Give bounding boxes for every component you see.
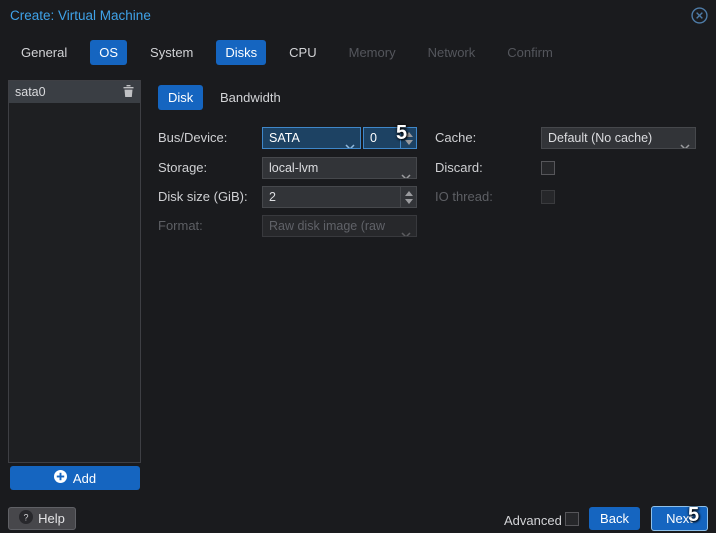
tab-network: Network xyxy=(427,45,476,60)
advanced-checkbox[interactable] xyxy=(565,512,579,526)
chevron-down-icon xyxy=(680,136,690,148)
dialog-title: Create: Virtual Machine xyxy=(10,8,151,23)
discard-checkbox[interactable] xyxy=(541,161,555,175)
tab-cpu[interactable]: CPU xyxy=(280,40,325,65)
tab-confirm: Confirm xyxy=(507,45,553,60)
spinner-arrows[interactable] xyxy=(400,128,416,148)
spinner-down-icon[interactable] xyxy=(404,198,413,204)
advanced-label: Advanced xyxy=(504,513,562,528)
tab-disks[interactable]: Disks xyxy=(216,40,267,65)
subtab-bandwidth[interactable]: Bandwidth xyxy=(210,85,291,110)
add-button-label: Add xyxy=(72,470,97,486)
storage-value: local-lvm xyxy=(269,161,319,175)
cache-combo[interactable]: Default (No cache) xyxy=(541,127,696,149)
format-label: Format: xyxy=(158,218,203,233)
tab-general[interactable]: General xyxy=(12,40,76,65)
cache-value: Default (No cache) xyxy=(548,131,653,145)
chevron-down-icon xyxy=(401,224,411,236)
disk-list-item-sata0[interactable]: sata0 xyxy=(9,81,140,103)
wizard-tabbar: General OS System Disks CPU Memory Netwo… xyxy=(12,40,562,65)
cache-label: Cache: xyxy=(435,130,477,145)
plus-circle-icon xyxy=(53,470,67,486)
subtab-disk[interactable]: Disk xyxy=(158,85,204,110)
trash-icon[interactable] xyxy=(123,84,134,100)
spinner-up-icon[interactable] xyxy=(404,131,413,137)
format-value: Raw disk image (raw xyxy=(269,219,386,233)
spinner-down-icon[interactable] xyxy=(404,139,413,145)
spinner-arrows[interactable] xyxy=(400,187,416,207)
svg-text:?: ? xyxy=(24,513,29,523)
storage-label: Storage: xyxy=(158,160,208,175)
io-thread-checkbox xyxy=(541,190,555,204)
storage-combo[interactable]: local-lvm xyxy=(262,157,417,179)
chevron-down-icon xyxy=(345,136,355,148)
tab-system[interactable]: System xyxy=(141,40,202,65)
back-button[interactable]: Back xyxy=(589,507,640,530)
close-icon[interactable] xyxy=(691,7,708,29)
disk-list-panel: sata0 xyxy=(8,80,141,463)
add-disk-button[interactable]: Add xyxy=(10,466,140,490)
bus-device-combo[interactable]: SATA xyxy=(262,127,361,149)
help-button[interactable]: ? Help xyxy=(8,507,76,530)
tab-os[interactable]: OS xyxy=(90,40,128,65)
io-thread-label: IO thread: xyxy=(435,189,493,204)
disk-size-value: 2 xyxy=(269,190,276,204)
bus-device-value: SATA xyxy=(269,131,300,145)
tab-memory: Memory xyxy=(348,45,396,60)
create-vm-dialog: Create: Virtual Machine General OS Syste… xyxy=(0,0,716,533)
disk-size-label: Disk size (GiB): xyxy=(158,189,248,204)
bus-number-value: 0 xyxy=(370,131,377,145)
help-button-label: Help xyxy=(38,511,65,526)
spinner-up-icon[interactable] xyxy=(404,190,413,196)
disk-item-label: sata0 xyxy=(15,85,46,99)
discard-label: Discard: xyxy=(435,160,483,175)
bus-number-spinner[interactable]: 0 xyxy=(363,127,417,149)
format-combo: Raw disk image (raw xyxy=(262,215,417,237)
next-button[interactable]: Next xyxy=(651,506,708,531)
chevron-down-icon xyxy=(401,166,411,178)
question-circle-icon: ? xyxy=(19,510,34,527)
disk-size-spinner[interactable]: 2 xyxy=(262,186,417,208)
bus-device-label: Bus/Device: xyxy=(158,130,228,145)
